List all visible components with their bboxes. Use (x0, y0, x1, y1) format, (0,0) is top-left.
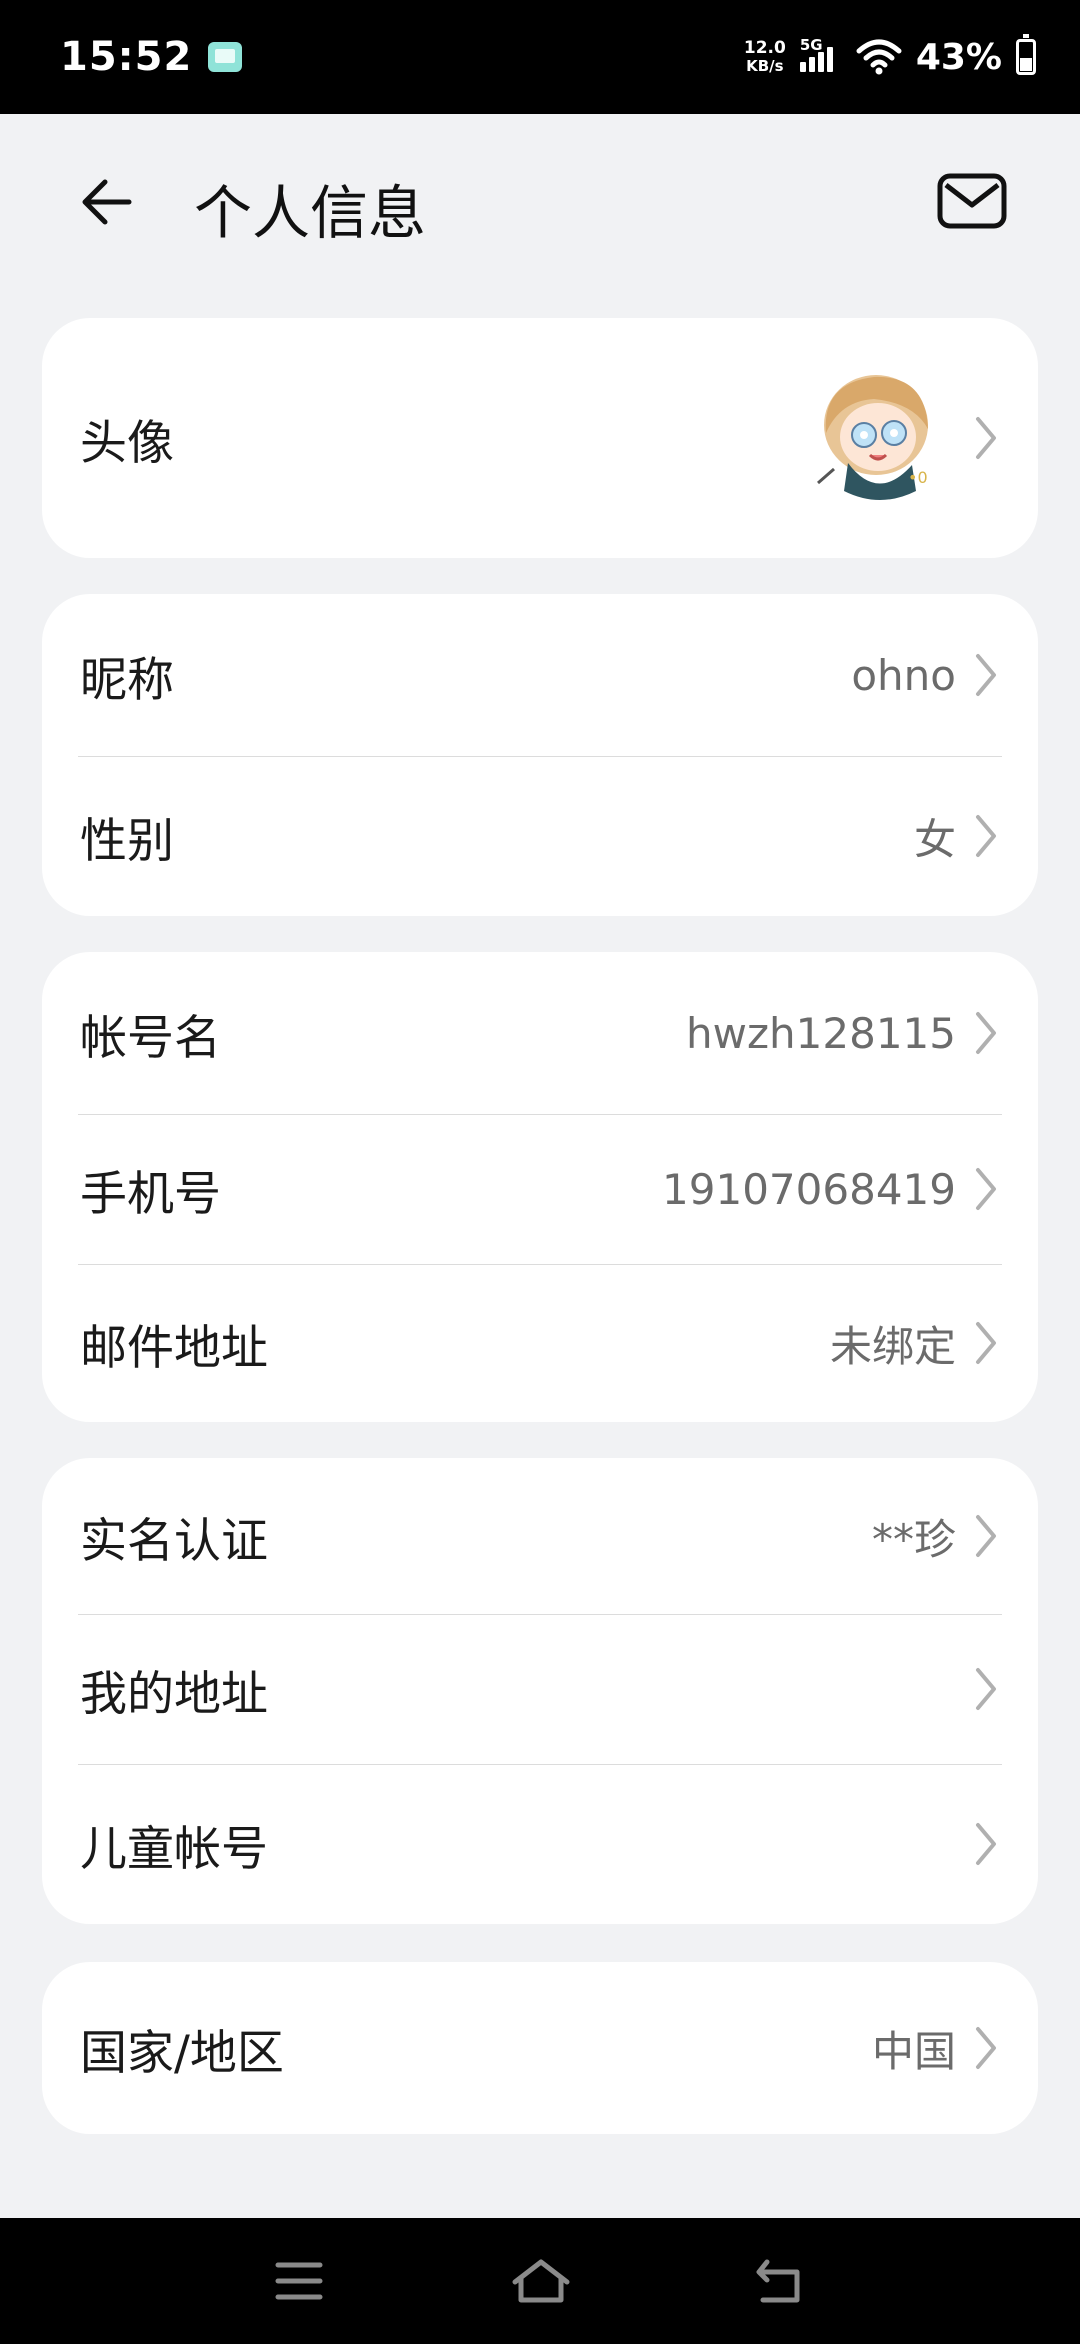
account-name-label: 帐号名 (80, 1010, 221, 1066)
app-header: 个人信息 (0, 114, 1080, 284)
gender-row[interactable]: 性别 女 (42, 756, 1038, 916)
child-account-label: 儿童帐号 (80, 1821, 268, 1877)
chevron-right-icon (972, 811, 1000, 861)
phone-label: 手机号 (80, 1166, 221, 1222)
child-account-row[interactable]: 儿童帐号 (42, 1764, 1038, 1924)
battery-icon (1016, 34, 1036, 75)
home-icon (512, 2259, 570, 2303)
menu-icon (275, 2262, 323, 2300)
back-button[interactable] (72, 167, 142, 237)
realname-label: 实名认证 (80, 1513, 268, 1569)
avatar-card: 头像 •0 (42, 318, 1038, 558)
status-indicators: 12.0 KB/s 5G 43% (744, 34, 1036, 78)
battery-percent: 43% (915, 36, 1002, 78)
system-back-button[interactable] (748, 2248, 814, 2314)
email-value: 未绑定 (829, 1321, 956, 1371)
arrow-left-icon (82, 179, 132, 225)
email-label: 邮件地址 (80, 1320, 268, 1376)
net-speed-unit: KB/s (746, 57, 784, 75)
avatar-image: •0 (817, 375, 928, 500)
gender-value: 女 (913, 814, 956, 864)
nickname-label: 昵称 (80, 652, 174, 708)
status-bar: 15:52 12.0 KB/s 5G 43% (0, 0, 1080, 114)
chevron-right-icon (972, 1164, 1000, 1214)
net-speed: 12.0 KB/s (744, 39, 786, 75)
account-card: 帐号名 hwzh128115 手机号 19107068419 邮件地址 未绑定 (42, 952, 1038, 1422)
page-title: 个人信息 (194, 179, 427, 247)
realname-value: **珍 (871, 1514, 956, 1564)
recent-apps-button[interactable] (266, 2248, 332, 2314)
gender-label: 性别 (80, 813, 174, 869)
battery-fill (1020, 58, 1032, 71)
signal-bar (799, 62, 806, 72)
signal-bar (808, 57, 815, 72)
svg-text:•0: •0 (908, 468, 928, 487)
home-button[interactable] (508, 2248, 574, 2314)
nickname-value: ohno (851, 650, 956, 700)
chevron-right-icon (972, 2023, 1000, 2073)
back-icon (756, 2259, 800, 2303)
chevron-right-icon (972, 650, 1000, 700)
signal-bar (817, 52, 824, 72)
region-value: 中国 (871, 2026, 956, 2076)
chevron-right-icon (972, 1008, 1000, 1058)
chevron-right-icon (972, 1318, 1000, 1368)
wifi-icon (856, 39, 902, 75)
phone-value: 19107068419 (662, 1164, 956, 1214)
realname-row[interactable]: 实名认证 **珍 (42, 1458, 1038, 1614)
avatar: •0 (804, 363, 954, 513)
account-name-value: hwzh128115 (686, 1008, 956, 1058)
chevron-right-icon (972, 1664, 1000, 1714)
cellular-signal-icon: 5G (799, 36, 842, 72)
region-label: 国家/地区 (80, 2025, 284, 2081)
notification-app-icon (208, 42, 243, 72)
chevron-right-icon (972, 1819, 1000, 1869)
system-nav-bar (0, 2218, 1080, 2344)
signal-bar (826, 47, 833, 72)
avatar-row[interactable]: 头像 •0 (42, 318, 1038, 558)
region-card: 国家/地区 中国 (42, 1962, 1038, 2134)
mail-button[interactable] (932, 166, 1012, 236)
avatar-label: 头像 (80, 415, 174, 471)
email-row[interactable]: 邮件地址 未绑定 (42, 1264, 1038, 1422)
nickname-row[interactable]: 昵称 ohno (42, 594, 1038, 756)
profile-card: 昵称 ohno 性别 女 (42, 594, 1038, 916)
status-time: 15:52 (60, 34, 193, 80)
address-row[interactable]: 我的地址 (42, 1614, 1038, 1764)
network-type: 5G (799, 36, 823, 54)
region-row[interactable]: 国家/地区 中国 (42, 1962, 1038, 2134)
phone-row[interactable]: 手机号 19107068419 (42, 1114, 1038, 1264)
address-label: 我的地址 (80, 1666, 268, 1722)
net-speed-value: 12.0 (743, 38, 786, 58)
chevron-right-icon (972, 1511, 1000, 1561)
identity-card: 实名认证 **珍 我的地址 儿童帐号 (42, 1458, 1038, 1924)
chevron-right-icon (972, 413, 1000, 463)
account-name-row[interactable]: 帐号名 hwzh128115 (42, 952, 1038, 1114)
mail-icon (937, 173, 1007, 229)
